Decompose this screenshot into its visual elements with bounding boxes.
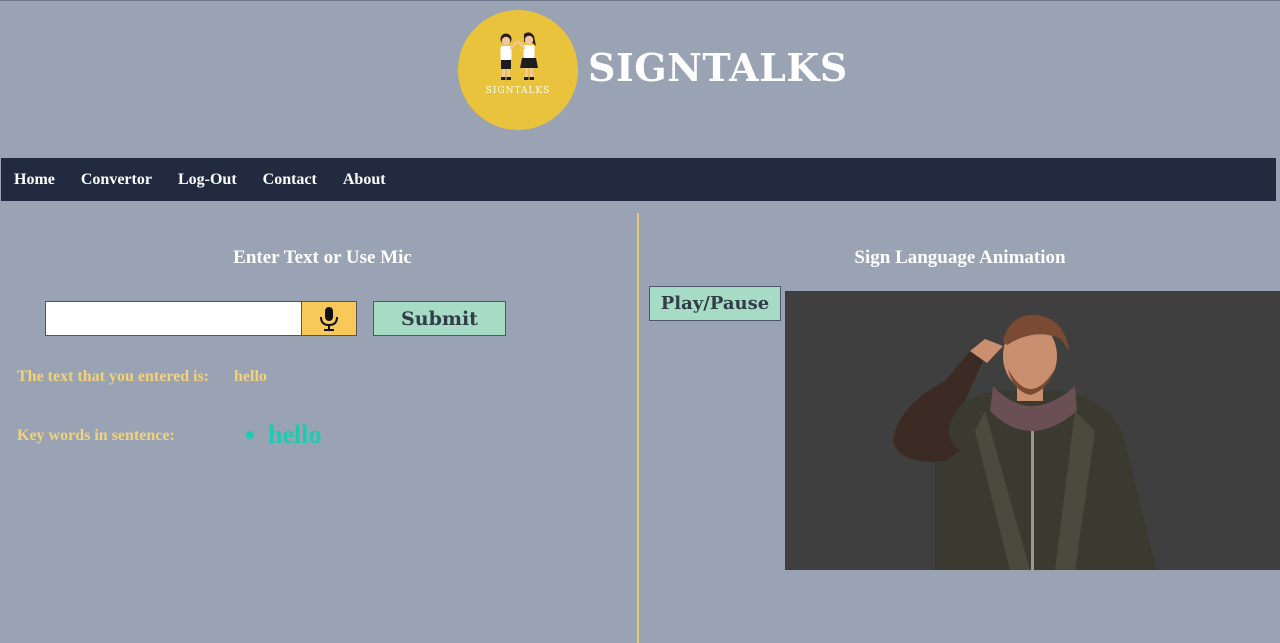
nav-log-out[interactable]: Log-Out (178, 171, 237, 189)
sign-animation-viewport[interactable] (785, 291, 1280, 570)
submit-button[interactable]: Submit (373, 301, 506, 336)
entered-text-label: The text that you entered is: (17, 368, 210, 385)
keywords-label: Key words in sentence: (17, 427, 175, 444)
logo[interactable]: SIGNTALKS (458, 10, 578, 130)
children-signing-icon (500, 32, 538, 80)
page-header: SIGNTALKS SIGNTALKS (0, 0, 1280, 158)
play-pause-button[interactable]: Play/Pause (649, 286, 781, 321)
bullet-icon (246, 431, 254, 439)
keywords-list: hello (246, 420, 321, 450)
brand-title: SIGNTALKS (588, 45, 848, 90)
main-nav: Home Convertor Log-Out Contact About (1, 158, 1276, 201)
nav-about[interactable]: About (343, 171, 386, 189)
logo-label: SIGNTALKS (485, 86, 551, 96)
list-item: hello (246, 420, 321, 450)
input-section-title: Enter Text or Use Mic (233, 247, 412, 268)
avatar-figure (893, 314, 1157, 570)
animation-section-title: Sign Language Animation (854, 247, 1066, 268)
nav-convertor[interactable]: Convertor (81, 171, 152, 189)
keyword-text: hello (268, 420, 322, 449)
microphone-icon (320, 306, 338, 331)
text-input[interactable] (45, 301, 302, 336)
nav-home[interactable]: Home (14, 171, 55, 189)
mic-button[interactable] (301, 301, 357, 336)
column-divider (637, 213, 639, 643)
entered-text-value: hello (234, 368, 267, 385)
nav-contact[interactable]: Contact (263, 171, 317, 189)
